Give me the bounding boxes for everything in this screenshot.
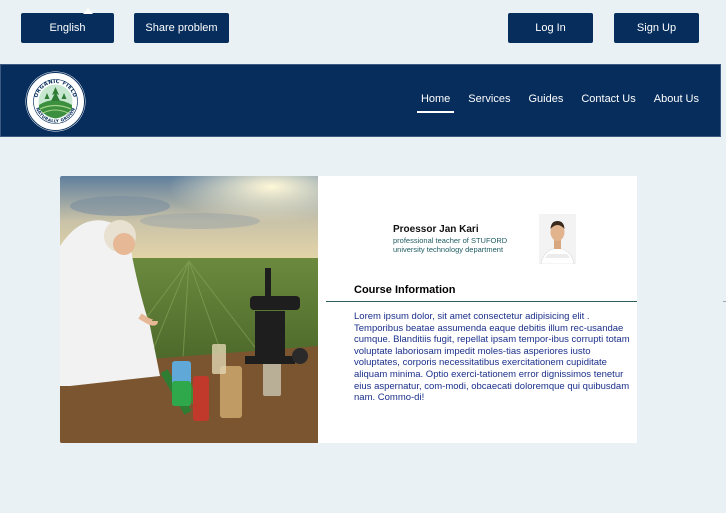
language-caret-icon	[83, 8, 93, 14]
nav-links: Home Services Guides Contact Us About Us	[416, 65, 720, 136]
share-problem-label: Share problem	[145, 22, 218, 34]
language-label: English	[49, 22, 86, 34]
nav-guides[interactable]: Guides	[528, 93, 563, 108]
course-description: Lorem ipsum dolor, sit amet consectetur …	[354, 311, 630, 404]
teacher-avatar	[539, 214, 576, 264]
organic-field-logo[interactable]: ORGANIC FIELD NATURALLY GROWN	[25, 71, 86, 132]
scientist-field-photo	[60, 176, 318, 443]
share-problem-button[interactable]: Share problem	[134, 13, 229, 43]
teacher-subtitle: professional teacher of STUFORD universi…	[393, 236, 508, 254]
language-button[interactable]: English	[21, 8, 114, 43]
signup-button[interactable]: Sign Up	[614, 13, 699, 43]
teacher-name: Proessor Jan Kari	[393, 224, 479, 235]
login-button[interactable]: Log In	[508, 13, 593, 43]
course-divider	[326, 301, 637, 302]
course-title: Course Information	[354, 284, 456, 296]
nav-home[interactable]: Home	[416, 93, 455, 113]
nav-services[interactable]: Services	[468, 93, 510, 108]
course-card: Proessor Jan Kari professional teacher o…	[60, 176, 637, 443]
signup-label: Sign Up	[636, 22, 677, 34]
login-label: Log In	[535, 22, 566, 34]
main-navbar: ORGANIC FIELD NATURALLY GROWN Home Servi…	[0, 64, 721, 137]
nav-about-us[interactable]: About Us	[654, 93, 699, 108]
nav-contact-us[interactable]: Contact Us	[581, 93, 635, 108]
